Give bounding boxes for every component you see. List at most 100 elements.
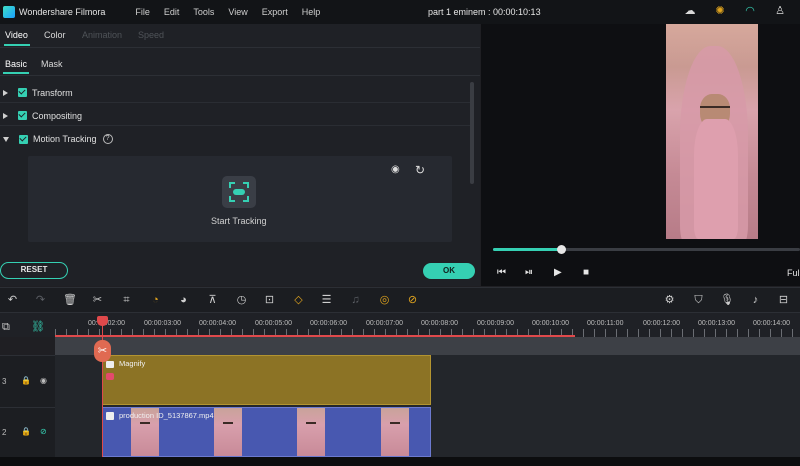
eyes-shape (700, 106, 730, 109)
video-preview (666, 24, 758, 239)
timecode: 00:00:03:00 (144, 320, 181, 327)
collapse-arrow-icon[interactable] (3, 137, 9, 142)
panel-tabs: Video Color Animation Speed (0, 24, 480, 48)
microphone-icon[interactable]: 🎙 (720, 294, 734, 307)
section-compositing[interactable]: Compositing (0, 106, 470, 126)
speed-icon[interactable]: ◔ (149, 294, 162, 307)
timecode: 00:00:07:00 (366, 320, 403, 327)
bracket-tr (243, 182, 249, 188)
video-clip[interactable]: production ID_5137867.mp4 (102, 407, 431, 457)
split-screen-icon[interactable]: ⊟ (777, 294, 790, 307)
transform-checkbox[interactable] (18, 88, 27, 97)
crop-icon[interactable]: ⌗ (120, 294, 133, 307)
playhead-handle[interactable] (97, 316, 108, 326)
stop-icon[interactable]: ■ (583, 268, 589, 278)
visibility-hidden-icon[interactable]: ⊘ (40, 427, 47, 436)
tracking-target-icon (233, 189, 245, 195)
properties-panel: Video Color Animation Speed Basic Mask T… (0, 24, 480, 286)
section-motion-tracking[interactable]: Motion Tracking ? (0, 129, 470, 149)
audio-icon[interactable]: ♫ (349, 294, 362, 307)
motion-tracking-checkbox[interactable] (19, 134, 28, 144)
subtab-mask[interactable]: Mask (41, 59, 63, 69)
motion-tracking-box: ◉ ↻ Start Tracking (28, 156, 452, 242)
zoom-select[interactable]: Full (787, 268, 800, 278)
effect-icon (106, 361, 114, 368)
lock-icon[interactable]: 🔒 (21, 427, 31, 436)
panel-scrollbar[interactable] (470, 82, 474, 184)
render-icon[interactable]: ⚙ (663, 294, 676, 307)
motion-tracking-label: Motion Tracking (33, 134, 97, 144)
stamp-icon[interactable]: ⊼ (206, 294, 219, 307)
redo-icon[interactable]: ↷ (34, 294, 47, 307)
ok-button[interactable]: OK (423, 263, 475, 279)
visibility-eye-icon[interactable]: ◉ (40, 376, 47, 385)
voiceover-list-icon[interactable]: ♪ (749, 294, 762, 307)
shield-icon[interactable]: ⛉ (692, 294, 705, 307)
expand-arrow-icon[interactable] (3, 112, 8, 119)
headset-icon[interactable]: ◠ (744, 5, 756, 17)
cut-icon[interactable]: ✂ (91, 294, 104, 307)
play-pause-icon[interactable]: ⏯ (525, 268, 533, 278)
menu-help[interactable]: Help (302, 7, 321, 17)
lock-icon[interactable]: 🔒 (21, 376, 31, 385)
video-clip-icon (106, 412, 114, 420)
timecode: 00:00:10:00 (532, 320, 569, 327)
add-track-icon[interactable]: ⧉ (2, 321, 10, 334)
timecode: 00:00:11:00 (587, 320, 624, 327)
tab-video[interactable]: Video (5, 30, 28, 40)
section-transform[interactable]: Transform (0, 83, 470, 103)
delete-icon[interactable]: 🗑 (63, 294, 77, 307)
lightbulb-icon[interactable]: ✺ (714, 5, 726, 17)
start-tracking-button[interactable] (222, 176, 256, 208)
track-3-number: 3 (2, 377, 7, 386)
bottom-strip (0, 457, 800, 466)
track-top-lane (55, 337, 800, 355)
menu-tools[interactable]: Tools (193, 7, 214, 17)
play-icon[interactable]: ▶ (554, 268, 562, 278)
preview-panel: ⏮ ⏯ ▶ ■ Full (481, 24, 800, 286)
motion-tracking-icon[interactable]: ◎ (378, 294, 391, 307)
track-3-header: 3 🔒 ◉ (0, 355, 55, 407)
cloud-icon[interactable]: ☁ (684, 5, 696, 17)
menu-file[interactable]: File (135, 7, 150, 17)
help-icon[interactable]: ? (102, 134, 113, 144)
previous-frame-icon[interactable]: ⏮ (497, 268, 506, 278)
compositing-label: Compositing (32, 110, 83, 121)
link-icon[interactable]: ⛓ (31, 320, 45, 333)
timeline-ruler[interactable]: ⧉ ⛓ 00:00:02:00 00:00:03:00 00:00:04:00 … (0, 313, 800, 337)
reset-button[interactable]: RESET (0, 262, 68, 279)
compositing-checkbox[interactable] (18, 111, 27, 120)
scrubber-handle[interactable] (556, 245, 566, 254)
freeze-frame-icon[interactable]: ⊡ (263, 294, 276, 307)
timecode: 00:00:14:00 (753, 320, 790, 327)
tab-color[interactable]: Color (44, 30, 66, 40)
reset-icon[interactable]: ↻ (415, 164, 427, 176)
timecode: 00:00:06:00 (310, 320, 347, 327)
scissors-icon[interactable]: ✂ (94, 340, 111, 362)
timecode: 00:00:05:00 (255, 320, 292, 327)
track-2-header: 2 🔒 ⊘ (0, 407, 55, 457)
account-icon[interactable]: ♙ (774, 5, 786, 17)
color-icon[interactable]: ◕ (177, 294, 190, 307)
tab-animation[interactable]: Animation (82, 30, 122, 40)
duration-icon[interactable]: ◷ (235, 294, 248, 307)
menu-view[interactable]: View (228, 7, 247, 17)
menu-edit[interactable]: Edit (164, 7, 180, 17)
menu-bar: File Edit Tools View Export Help (135, 7, 334, 17)
keyframe-icon[interactable]: ◇ (292, 294, 305, 307)
menu-export[interactable]: Export (262, 7, 288, 17)
transform-label: Transform (32, 87, 73, 98)
adjust-icon[interactable]: ☰ (320, 294, 333, 307)
subtab-basic[interactable]: Basic (5, 59, 27, 69)
expand-arrow-icon[interactable] (3, 89, 8, 96)
tab-speed[interactable]: Speed (138, 30, 164, 40)
auto-reframe-icon[interactable]: ⊘ (406, 294, 419, 307)
undo-icon[interactable]: ↶ (6, 294, 19, 307)
preview-scrubber[interactable] (493, 245, 800, 254)
clip-thumbnail (214, 408, 242, 456)
effect-clip[interactable]: Magnify (102, 355, 431, 405)
eye-icon[interactable]: ◉ (391, 165, 403, 175)
clip-thumbnail (297, 408, 325, 456)
start-tracking-label: Start Tracking (211, 216, 267, 226)
active-tab-underline (4, 44, 30, 46)
